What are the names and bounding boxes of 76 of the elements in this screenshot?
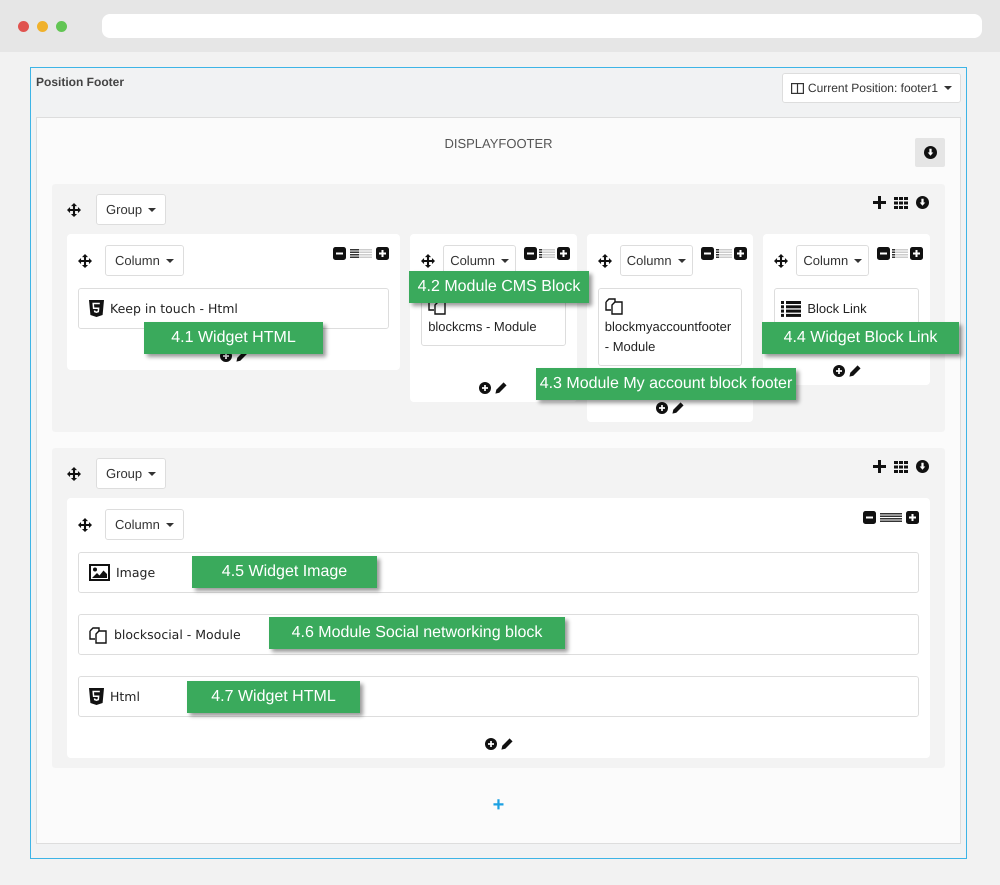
maximize-dot-icon[interactable] bbox=[56, 20, 67, 32]
pencil-icon[interactable] bbox=[500, 738, 512, 750]
plus-circle-icon[interactable] bbox=[484, 738, 496, 750]
circle-down-icon[interactable] bbox=[924, 146, 936, 159]
caret-icon bbox=[166, 522, 174, 526]
column-dropdown[interactable]: Column bbox=[796, 245, 870, 276]
caret-icon bbox=[148, 472, 156, 476]
circle-down-icon[interactable] bbox=[916, 460, 929, 473]
widget-label: blockcms - Module bbox=[428, 318, 537, 336]
copy-documents-icon bbox=[604, 297, 624, 315]
minus-square-icon[interactable] bbox=[333, 247, 346, 260]
move-handle-icon[interactable] bbox=[67, 466, 81, 480]
plus-square-icon[interactable] bbox=[556, 247, 570, 260]
callout-tooltip: 4.4 Widget Block Link bbox=[762, 322, 959, 354]
group-dropdown[interactable]: Group bbox=[96, 194, 166, 225]
callout-tooltip: 4.6 Module Social networking block bbox=[269, 617, 565, 649]
plus-square-icon[interactable] bbox=[910, 247, 924, 260]
column-dropdown[interactable]: Column bbox=[620, 245, 693, 276]
copy-documents-icon bbox=[89, 626, 108, 644]
widget-item[interactable]: blockmyaccountfooter - Module bbox=[598, 288, 742, 366]
minimize-dot-icon[interactable] bbox=[37, 20, 48, 32]
caret-icon bbox=[148, 208, 156, 212]
caret-icon bbox=[944, 86, 952, 90]
minus-square-icon[interactable] bbox=[524, 247, 537, 260]
widget-label: Block Link bbox=[807, 300, 867, 318]
callout-tooltip: 4.3 Module My account block footer bbox=[536, 368, 796, 400]
plus-icon[interactable] bbox=[873, 196, 886, 209]
panel-title: Position Footer bbox=[36, 74, 124, 89]
widget-item[interactable]: Keep in touch - Html bbox=[78, 288, 390, 329]
move-handle-icon[interactable] bbox=[598, 254, 612, 268]
move-handle-icon[interactable] bbox=[78, 254, 92, 268]
minus-square-icon[interactable] bbox=[863, 511, 876, 524]
collapse-button[interactable] bbox=[915, 138, 945, 167]
pencil-icon[interactable] bbox=[848, 365, 861, 377]
minus-square-icon[interactable] bbox=[700, 247, 714, 260]
callout-tooltip: 4.1 Widget HTML bbox=[144, 322, 323, 354]
hook-title: DISPLAYFOOTER bbox=[444, 135, 553, 151]
widget-label: Keep in touch - Html bbox=[110, 301, 238, 316]
plus-icon[interactable] bbox=[873, 460, 886, 473]
html5-shield-icon bbox=[89, 300, 104, 317]
pencil-icon[interactable] bbox=[672, 402, 684, 414]
plus-square-icon[interactable] bbox=[906, 511, 919, 524]
caret-icon bbox=[854, 258, 862, 262]
plus-square-icon[interactable] bbox=[376, 247, 390, 260]
plus-square-icon[interactable] bbox=[734, 247, 747, 260]
widget-label: blocksocial - Module bbox=[114, 627, 241, 642]
move-handle-icon[interactable] bbox=[774, 254, 788, 268]
caret-icon bbox=[166, 258, 174, 262]
callout-tooltip: 4.2 Module CMS Block bbox=[409, 271, 589, 303]
image-icon bbox=[89, 564, 110, 581]
pencil-icon[interactable] bbox=[495, 382, 508, 394]
move-handle-icon[interactable] bbox=[67, 202, 81, 216]
group-dropdown[interactable]: Group bbox=[96, 458, 166, 489]
list-icon bbox=[781, 300, 802, 316]
close-dot-icon[interactable] bbox=[18, 20, 29, 32]
position-dropdown[interactable]: Current Position: footer1 bbox=[782, 73, 961, 103]
html5-shield-icon bbox=[89, 688, 104, 705]
widget-label: blockmyaccountfooter - Module bbox=[604, 318, 732, 356]
move-handle-icon[interactable] bbox=[78, 518, 92, 532]
plus-circle-icon[interactable] bbox=[479, 382, 492, 394]
callout-tooltip: 4.5 Widget Image bbox=[192, 556, 377, 588]
move-handle-icon[interactable] bbox=[421, 254, 436, 268]
caret-icon bbox=[678, 258, 686, 262]
widget-label: Html bbox=[110, 689, 140, 704]
column-dropdown[interactable]: Column bbox=[105, 245, 184, 276]
grid-icon[interactable] bbox=[894, 460, 908, 472]
grid-icon[interactable] bbox=[894, 196, 908, 208]
callout-tooltip: 4.7 Widget HTML bbox=[187, 681, 360, 713]
plus-circle-icon[interactable] bbox=[656, 402, 668, 414]
caret-icon bbox=[500, 258, 509, 262]
circle-down-icon[interactable] bbox=[916, 196, 929, 209]
minus-square-icon[interactable] bbox=[877, 247, 890, 260]
plus-circle-icon[interactable] bbox=[832, 365, 845, 377]
widget-label: Image bbox=[116, 565, 156, 580]
columns-icon bbox=[790, 82, 804, 94]
column-dropdown[interactable]: Column bbox=[105, 509, 184, 540]
